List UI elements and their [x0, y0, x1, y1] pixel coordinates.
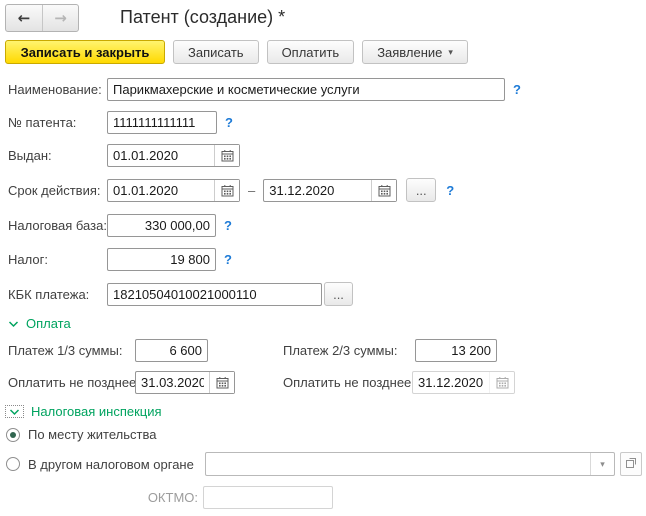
chevron-down-icon[interactable]: ▾ — [590, 453, 614, 475]
inspection-section-header: Налоговая инспекция — [5, 404, 162, 419]
pay-button[interactable]: Оплатить — [267, 40, 355, 64]
open-window-icon — [625, 457, 637, 472]
chevron-down-icon — [8, 316, 19, 331]
patent-number-label: № патента: — [8, 115, 107, 130]
command-bar: Записать и закрыть Записать Оплатить Зая… — [5, 40, 468, 64]
validity-more-button[interactable]: ... — [406, 178, 436, 202]
payment1-label: Платеж 1/3 суммы: — [8, 343, 135, 358]
chevron-down-icon — [5, 405, 24, 418]
payment-section-header: Оплата — [8, 316, 71, 331]
tax-base-field-box — [107, 214, 216, 237]
inspection-section-toggle[interactable]: Налоговая инспекция — [5, 404, 162, 419]
kbk-more-button[interactable]: ... — [324, 282, 353, 306]
inspection-section-title: Налоговая инспекция — [31, 404, 162, 419]
payment-section-toggle[interactable]: Оплата — [8, 316, 71, 331]
tax-label: Налог: — [8, 252, 107, 267]
oktmo-field-box — [203, 486, 333, 509]
radio-other-authority[interactable] — [6, 457, 20, 471]
name-help-link[interactable]: ? — [513, 82, 521, 97]
tax-base-help-link[interactable]: ? — [224, 218, 232, 233]
issued-label: Выдан: — [8, 148, 107, 163]
tax-row: Налог: ? — [8, 248, 232, 271]
calendar-icon[interactable] — [371, 180, 396, 201]
name-input[interactable] — [108, 79, 504, 100]
due1-field-box — [135, 371, 235, 394]
kbk-label: КБК платежа: — [8, 287, 107, 302]
validity-row: Срок действия: – ... ? — [8, 178, 454, 202]
validity-to-box — [263, 179, 397, 202]
forward-button[interactable]: → — [42, 5, 78, 31]
validity-label: Срок действия: — [8, 183, 107, 198]
tax-base-input[interactable] — [108, 215, 215, 236]
page-title: Патент (создание) * — [120, 7, 285, 28]
save-button[interactable]: Записать — [173, 40, 259, 64]
due2-label: Оплатить не позднее: — [283, 375, 412, 390]
due2-field-box — [412, 371, 515, 394]
calendar-icon — [489, 372, 514, 393]
issued-field-box — [107, 144, 240, 167]
tax-field-box — [107, 248, 216, 271]
payment1-input[interactable] — [136, 340, 207, 361]
patent-number-help-link[interactable]: ? — [225, 115, 233, 130]
tax-input[interactable] — [108, 249, 215, 270]
range-dash: – — [248, 183, 255, 198]
chevron-down-icon: ▾ — [448, 47, 453, 58]
residence-radio-row: По месту жительства — [6, 427, 156, 442]
payment2-label: Платеж 2/3 суммы: — [283, 343, 415, 358]
payment-section-title: Оплата — [26, 316, 71, 331]
validity-from-input[interactable] — [108, 180, 214, 201]
radio-by-residence[interactable] — [6, 428, 20, 442]
save-and-close-button[interactable]: Записать и закрыть — [5, 40, 165, 64]
tax-help-link[interactable]: ? — [224, 252, 232, 267]
payment1-field-box — [135, 339, 208, 362]
statement-menu-button[interactable]: Заявление ▾ — [362, 40, 468, 64]
payment-amounts-row: Платеж 1/3 суммы: Платеж 2/3 суммы: — [8, 339, 497, 362]
other-authority-input[interactable] — [206, 453, 590, 475]
patent-number-input[interactable] — [108, 112, 216, 133]
tax-base-label: Налоговая база: — [8, 218, 107, 233]
oktmo-label: ОКТМО: — [8, 490, 198, 505]
payment2-field-box — [415, 339, 497, 362]
issued-date-input[interactable] — [108, 145, 214, 166]
payment2-input[interactable] — [416, 340, 496, 361]
back-button[interactable]: ← — [6, 5, 42, 31]
validity-to-input[interactable] — [264, 180, 371, 201]
due1-date-input[interactable] — [136, 372, 209, 393]
name-label: Наименование: — [8, 82, 107, 97]
radio-other-authority-label: В другом налоговом органе — [28, 457, 199, 472]
oktmo-input — [204, 487, 332, 508]
kbk-field-box — [107, 283, 322, 306]
oktmo-row: ОКТМО: — [8, 486, 333, 509]
calendar-icon[interactable] — [214, 180, 239, 201]
nav-history-group: ← → — [5, 4, 79, 32]
issued-row: Выдан: — [8, 144, 240, 167]
name-field-box — [107, 78, 505, 101]
kbk-input[interactable] — [108, 284, 321, 305]
open-item-button[interactable] — [620, 452, 642, 476]
due2-date-input — [413, 372, 489, 393]
validity-help-link[interactable]: ? — [446, 183, 454, 198]
kbk-row: КБК платежа: ... — [8, 282, 353, 306]
other-authority-radio-row: В другом налоговом органе ▾ — [6, 452, 642, 476]
validity-from-box — [107, 179, 240, 202]
calendar-icon[interactable] — [214, 145, 239, 166]
tax-base-row: Налоговая база: ? — [8, 214, 232, 237]
statement-label: Заявление — [377, 45, 442, 60]
payment-due-row: Оплатить не позднее: Оплатить не позднее… — [8, 371, 515, 394]
other-authority-combo: ▾ — [205, 452, 615, 476]
name-row: Наименование: ? — [8, 78, 521, 101]
due1-label: Оплатить не позднее: — [8, 375, 135, 390]
patent-number-field-box — [107, 111, 217, 134]
patent-number-row: № патента: ? — [8, 111, 233, 134]
radio-by-residence-label: По месту жительства — [28, 427, 156, 442]
calendar-icon[interactable] — [209, 372, 234, 393]
